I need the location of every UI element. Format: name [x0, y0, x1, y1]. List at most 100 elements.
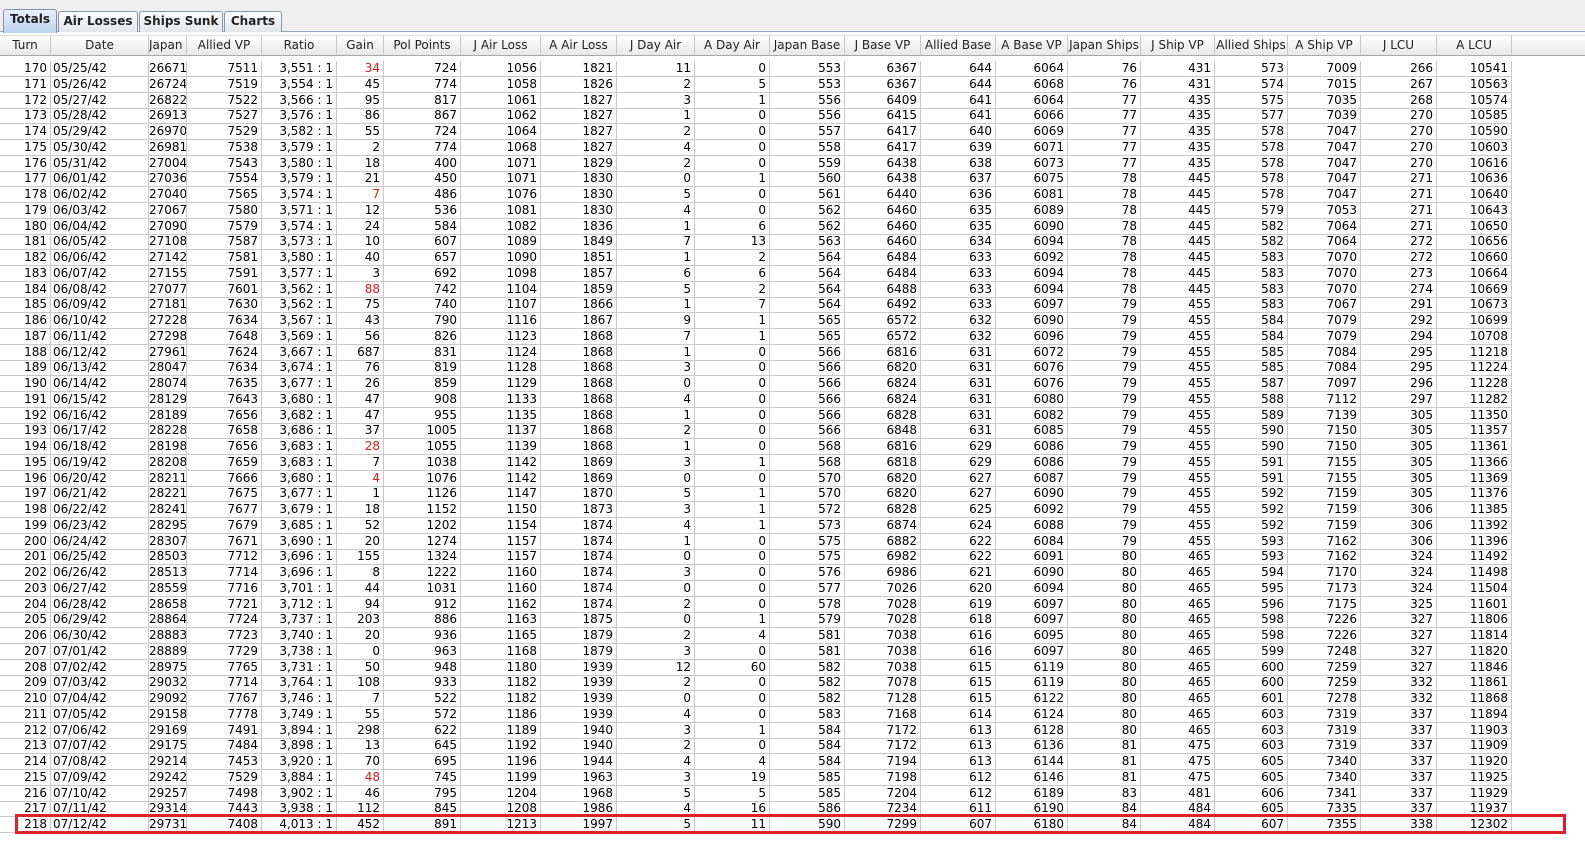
table-row[interactable]: 188 06/12/42 27961 7624 3,667 : 1 687 831 1124 1…: [0, 344, 1530, 361]
table-row[interactable]: 181 06/05/42 27108 7587 3,573 : 1 10 607 1089 18…: [0, 234, 1530, 251]
column-header-allied-ships[interactable]: Allied Ships: [1215, 35, 1288, 56]
cell-a-base-vp: 6094: [996, 234, 1068, 251]
table-row[interactable]: 210 07/04/42 29092 7767 3,746 : 1 7 522 1182 193…: [0, 691, 1530, 707]
column-header-japan-vp[interactable]: Japan VP: [149, 35, 187, 56]
table-row[interactable]: 177 06/01/42 27036 7554 3,579 : 1 21 450 1071 18…: [0, 171, 1530, 188]
column-header-j-air-loss[interactable]: J Air Loss: [461, 35, 541, 56]
table-row[interactable]: 213 07/07/42 29175 7484 3,898 : 1 13 645 1192 19…: [0, 738, 1530, 755]
cell-a-day-air: 0: [695, 549, 770, 566]
table-row[interactable]: 209 07/03/42 29032 7714 3,764 : 1 108 933 1182 1…: [0, 675, 1530, 692]
table-row[interactable]: 195 06/19/42 28208 7659 3,683 : 1 7 1038 1142 18…: [0, 454, 1530, 471]
table-row[interactable]: 173 05/28/42 26913 7527 3,576 : 1 86 867 1062 18…: [0, 108, 1530, 125]
cell-gain: 50: [337, 659, 384, 676]
column-header-gain[interactable]: Gain: [337, 35, 384, 56]
table-row[interactable]: 193 06/17/42 28228 7658 3,686 : 1 37 1005 1137 1…: [0, 423, 1530, 440]
table-row[interactable]: 199 06/23/42 28295 7679 3,685 : 1 52 1202 1154 1…: [0, 517, 1530, 534]
cell-a-lcu: 10636: [1437, 171, 1512, 188]
cell-japan-ships: 79: [1068, 391, 1141, 408]
table-row[interactable]: 176 05/31/42 27004 7543 3,580 : 1 18 400 1071 18…: [0, 155, 1530, 172]
table-row[interactable]: 183 06/07/42 27155 7591 3,577 : 1 3 692 1098 185…: [0, 265, 1530, 282]
column-header-j-lcu[interactable]: J LCU: [1361, 35, 1437, 56]
column-header-ratio[interactable]: Ratio: [262, 35, 337, 56]
table-row[interactable]: 208 07/02/42 28975 7765 3,731 : 1 50 948 1180 19…: [0, 659, 1530, 676]
cell-a-base-vp: 6087: [996, 470, 1068, 487]
table-row[interactable]: 212 07/06/42 29169 7491 3,894 : 1 298 622 1189 1…: [0, 722, 1530, 739]
column-header-turn[interactable]: Turn: [0, 35, 51, 56]
table-row[interactable]: 207 07/01/42 28889 7729 3,738 : 1 0 963 1168 187…: [0, 643, 1530, 660]
table-row[interactable]: 206 06/30/42 28883 7723 3,740 : 1 20 936 1165 18…: [0, 628, 1530, 644]
table-row[interactable]: 189 06/13/42 28047 7634 3,674 : 1 76 819 1128 18…: [0, 360, 1530, 377]
table-row[interactable]: 218 07/12/42 29731 7408 4,013 : 1 452 891 1213 1…: [0, 817, 1530, 833]
column-header-allied-vp[interactable]: Allied VP: [187, 35, 262, 56]
table-row[interactable]: 171 05/26/42 26724 7519 3,554 : 1 45 774 1058 18…: [0, 76, 1530, 93]
table-row[interactable]: 178 06/02/42 27040 7565 3,574 : 1 7 486 1076 183…: [0, 187, 1530, 203]
column-header-j-day-air[interactable]: J Day Air: [617, 35, 695, 56]
table-row[interactable]: 196 06/20/42 28211 7666 3,680 : 1 4 1076 1142 18…: [0, 470, 1530, 487]
table-row[interactable]: 192 06/16/42 28189 7656 3,682 : 1 47 955 1135 18…: [0, 407, 1530, 424]
cell-japan-vp: 27108: [149, 234, 187, 251]
table-row[interactable]: 202 06/26/42 28513 7714 3,696 : 1 8 1222 1160 18…: [0, 565, 1530, 581]
table-row[interactable]: 200 06/24/42 28307 7671 3,690 : 1 20 1274 1157 1…: [0, 533, 1530, 550]
table-row[interactable]: 172 05/27/42 26822 7522 3,566 : 1 95 817 1061 18…: [0, 92, 1530, 109]
table-row[interactable]: 197 06/21/42 28221 7675 3,677 : 1 1 1126 1147 18…: [0, 486, 1530, 503]
column-header-pol-points[interactable]: Pol Points: [384, 35, 461, 56]
table-row[interactable]: 194 06/18/42 28198 7656 3,683 : 1 28 1055 1139 1…: [0, 439, 1530, 455]
table-row[interactable]: 180 06/04/42 27090 7579 3,574 : 1 24 584 1082 18…: [0, 218, 1530, 235]
table-row[interactable]: 203 06/27/42 28559 7716 3,701 : 1 44 1031 1160 1…: [0, 580, 1530, 597]
tab-charts[interactable]: Charts: [224, 11, 282, 32]
table-row[interactable]: 182 06/06/42 27142 7581 3,580 : 1 40 657 1090 18…: [0, 250, 1530, 266]
cell-pol-points: 724: [384, 124, 461, 140]
column-header-a-day-air[interactable]: A Day Air: [695, 35, 770, 56]
table-row[interactable]: 190 06/14/42 28074 7635 3,677 : 1 26 859 1129 18…: [0, 376, 1530, 392]
table-row[interactable]: 186 06/10/42 27228 7634 3,567 : 1 43 790 1116 18…: [0, 313, 1530, 329]
cell-japan-ships: 80: [1068, 596, 1141, 613]
table-row[interactable]: 205 06/29/42 28864 7724 3,737 : 1 203 886 1163 1…: [0, 612, 1530, 629]
column-header-a-air-loss[interactable]: A Air Loss: [541, 35, 617, 56]
tab-ships-sunk[interactable]: Ships Sunk: [139, 11, 223, 32]
table-row[interactable]: 174 05/29/42 26970 7529 3,582 : 1 55 724 1064 18…: [0, 124, 1530, 140]
column-header-j-ship-vp[interactable]: J Ship VP: [1141, 35, 1215, 56]
column-header-a-lcu[interactable]: A LCU: [1437, 35, 1512, 56]
cell-j-lcu: 305: [1361, 454, 1437, 471]
cell-j-day-air: 12: [617, 659, 695, 676]
cell-allied-ships: 577: [1215, 108, 1288, 125]
cell-japan-base: 562: [770, 218, 845, 235]
table-row[interactable]: 191 06/15/42 28129 7643 3,680 : 1 47 908 1133 18…: [0, 391, 1530, 408]
table-row[interactable]: 187 06/11/42 27298 7648 3,569 : 1 56 826 1123 18…: [0, 328, 1530, 345]
cell-allied-base: 640: [921, 124, 996, 140]
cell-turn: 215: [0, 769, 51, 786]
table-row[interactable]: 198 06/22/42 28241 7677 3,679 : 1 18 1152 1150 1…: [0, 502, 1530, 518]
cell-japan-base: 566: [770, 360, 845, 377]
column-header-japan-ships[interactable]: Japan Ships: [1068, 35, 1141, 56]
cell-gain: 7: [337, 454, 384, 471]
table-row[interactable]: 170 05/25/42 26671 7511 3,551 : 1 34 724 1056 18…: [0, 61, 1530, 77]
table-row[interactable]: 215 07/09/42 29242 7529 3,884 : 1 48 745 1199 19…: [0, 769, 1530, 786]
tab-totals[interactable]: Totals: [3, 9, 57, 33]
column-header-japan-base[interactable]: Japan Base: [770, 35, 845, 56]
cell-j-lcu: 271: [1361, 187, 1437, 203]
cell-a-base-vp: 6081: [996, 187, 1068, 203]
table-row[interactable]: 201 06/25/42 28503 7712 3,696 : 1 155 1324 1157…: [0, 549, 1530, 566]
table-row[interactable]: 185 06/09/42 27181 7630 3,562 : 1 75 740 1107 18…: [0, 297, 1530, 314]
cell-pol-points: 955: [384, 407, 461, 424]
table-row[interactable]: 214 07/08/42 29214 7453 3,920 : 1 70 695 1196 19…: [0, 754, 1530, 770]
cell-japan-base: 561: [770, 187, 845, 203]
cell-a-ship-vp: 7159: [1288, 517, 1361, 534]
cell-japan-base: 557: [770, 124, 845, 140]
column-header-j-base-vp[interactable]: J Base VP: [845, 35, 921, 56]
tab-air-losses[interactable]: Air Losses: [58, 11, 138, 32]
table-row[interactable]: 175 05/30/42 26981 7538 3,579 : 1 2 774 1068 182…: [0, 139, 1530, 156]
cell-allied-ships: 596: [1215, 596, 1288, 613]
table-row[interactable]: 216 07/10/42 29257 7498 3,902 : 1 46 795 1204 19…: [0, 785, 1530, 802]
column-header-a-base-vp[interactable]: A Base VP: [996, 35, 1068, 56]
column-header-date[interactable]: Date: [51, 35, 149, 56]
column-header-a-ship-vp[interactable]: A Ship VP: [1288, 35, 1361, 56]
table-row[interactable]: 179 06/03/42 27067 7580 3,571 : 1 12 536 1081 18…: [0, 202, 1530, 219]
table-row[interactable]: 211 07/05/42 29158 7778 3,749 : 1 55 572 1186 19…: [0, 706, 1530, 723]
table-row[interactable]: 217 07/11/42 29314 7443 3,938 : 1 112 845 1208 1…: [0, 801, 1530, 818]
cell-allied-base: 612: [921, 769, 996, 786]
table-row[interactable]: 184 06/08/42 27077 7601 3,562 : 1 88 742 1104 18…: [0, 281, 1530, 298]
cell-a-day-air: 1: [695, 502, 770, 518]
column-header-allied-base[interactable]: Allied Base: [921, 35, 996, 56]
table-row[interactable]: 204 06/28/42 28658 7721 3,712 : 1 94 912 1162 18…: [0, 596, 1530, 613]
